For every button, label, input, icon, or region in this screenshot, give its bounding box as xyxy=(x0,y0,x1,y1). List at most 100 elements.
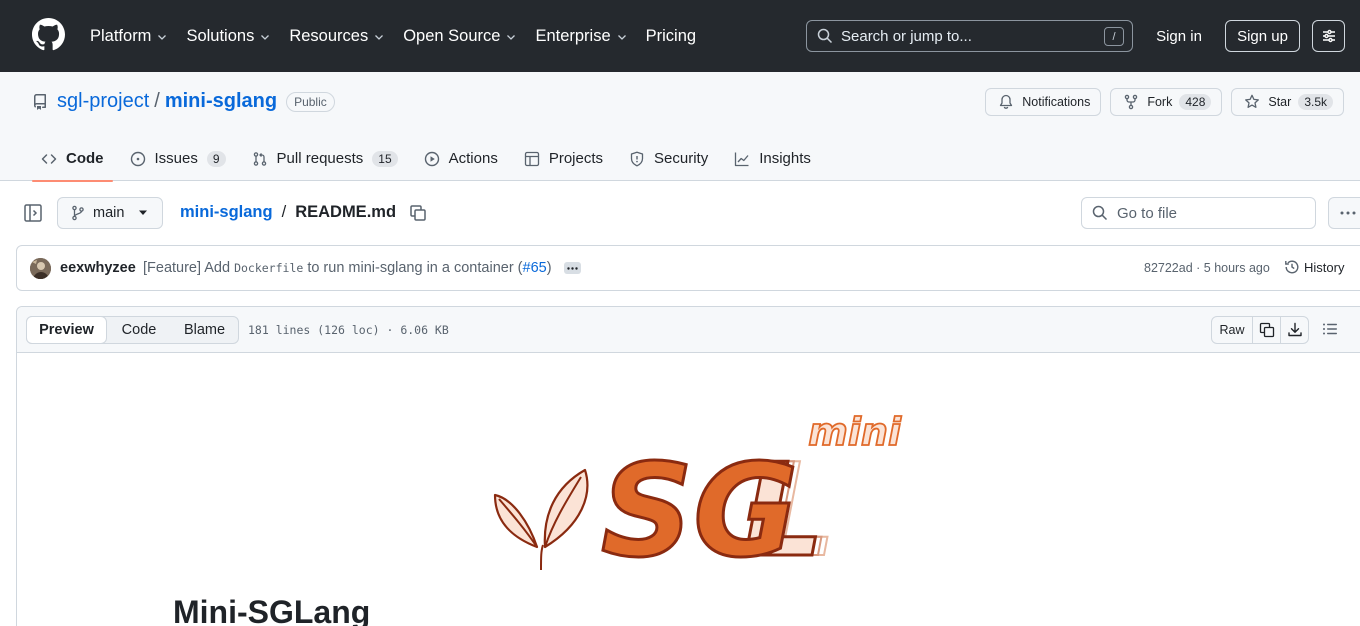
commit-expand-button[interactable] xyxy=(564,262,581,274)
commit-meta: 82722ad · 5 hours ago xyxy=(1144,261,1270,275)
view-code-button[interactable]: Code xyxy=(107,317,171,343)
nav-platform[interactable]: Platform xyxy=(90,27,168,46)
history-icon xyxy=(1285,260,1299,274)
repo-icon xyxy=(34,93,46,110)
tab-security[interactable]: Security xyxy=(620,136,717,181)
nav-pricing-label: Pricing xyxy=(645,26,697,45)
breadcrumb-file-name: README.md xyxy=(295,203,397,221)
copy-raw-button[interactable] xyxy=(1253,317,1281,343)
history-label: History xyxy=(1304,259,1345,275)
nav-open-source[interactable]: Open Source xyxy=(403,27,517,46)
file-header: Preview Code Blame 181 lines (126 loc) ·… xyxy=(17,307,1360,353)
readme-logo: mini L L L SG xyxy=(493,395,913,575)
commit-author-link[interactable]: eexwhyzee xyxy=(60,260,136,276)
copy-icon xyxy=(410,204,426,221)
tab-pull-requests[interactable]: Pull requests 15 xyxy=(243,136,407,181)
tab-insights[interactable]: Insights xyxy=(725,136,820,181)
fork-count: 428 xyxy=(1179,94,1212,110)
sidebar-expand-button[interactable] xyxy=(23,203,43,223)
avatar-image xyxy=(30,258,51,279)
issues-count: 9 xyxy=(206,150,226,167)
global-search-input[interactable]: Search or jump to... / xyxy=(806,20,1133,52)
tab-actions[interactable]: Actions xyxy=(415,136,507,181)
breadcrumb-repo-link[interactable]: mini-sglang xyxy=(180,203,273,222)
repo-path-separator: / xyxy=(154,90,160,112)
history-button[interactable]: History xyxy=(1284,259,1344,275)
sign-in-link[interactable]: Sign in xyxy=(1148,21,1210,51)
repo-actions: Notifications Fork 428 Star 3.5k xyxy=(976,88,1344,116)
tab-code[interactable]: Code xyxy=(32,136,113,182)
github-logo-icon[interactable] xyxy=(32,18,65,51)
commit-meta-separator: · xyxy=(1192,261,1204,275)
repo-name-link[interactable]: mini-sglang xyxy=(165,90,277,113)
bell-icon xyxy=(1000,94,1013,109)
repo-header: sgl-project / mini-sglang Public Notific… xyxy=(0,72,1360,182)
graph-icon xyxy=(735,152,749,166)
nav-pricing[interactable]: Pricing xyxy=(646,27,696,46)
file-info: 181 lines (126 loc) · 6.06 KB xyxy=(248,323,449,337)
menu-toggle-button[interactable] xyxy=(1312,20,1345,52)
list-unordered-icon xyxy=(1323,323,1337,335)
commit-sha-link[interactable]: 82722ad xyxy=(1144,261,1193,275)
repo-owner-link[interactable]: sgl-project xyxy=(57,90,149,113)
repo-forked-icon xyxy=(1125,94,1138,110)
nav-open-source-label: Open Source xyxy=(403,26,501,45)
shield-icon xyxy=(630,151,644,166)
star-count: 3.5k xyxy=(1298,94,1333,110)
download-icon xyxy=(1287,322,1302,337)
notifications-button[interactable]: Notifications xyxy=(985,88,1102,116)
copy-path-button[interactable] xyxy=(409,204,427,222)
view-preview-button[interactable]: Preview xyxy=(26,316,107,344)
search-icon xyxy=(1092,205,1108,221)
table-icon xyxy=(524,151,539,166)
git-pull-request-icon xyxy=(253,151,266,166)
sign-up-button[interactable]: Sign up xyxy=(1225,20,1300,52)
branch-name: main xyxy=(93,205,125,221)
tab-security-label: Security xyxy=(654,150,709,167)
chevron-down-icon xyxy=(375,35,384,40)
commit-message-end: ) xyxy=(546,260,552,276)
go-to-file-placeholder: Go to file xyxy=(1117,204,1178,222)
view-blame-button[interactable]: Blame xyxy=(171,317,238,343)
commit-message-prefix: [Feature] Add xyxy=(143,260,231,276)
star-icon xyxy=(1245,94,1260,108)
download-raw-button[interactable] xyxy=(1281,317,1308,343)
nav-enterprise[interactable]: Enterprise xyxy=(535,27,627,46)
mini-sgl-logo-image: mini L L L SG xyxy=(493,409,903,575)
file-viewer: Preview Code Blame 181 lines (126 loc) ·… xyxy=(16,306,1360,626)
view-mode-switch: Preview Code Blame xyxy=(26,316,239,344)
outline-button[interactable] xyxy=(1322,321,1338,337)
copy-icon xyxy=(1259,322,1274,338)
avatar[interactable] xyxy=(30,258,51,279)
tab-actions-label: Actions xyxy=(448,150,498,167)
star-button[interactable]: Star 3.5k xyxy=(1231,88,1344,116)
play-icon xyxy=(424,151,439,166)
notifications-label: Notifications xyxy=(1022,95,1091,109)
nav-enterprise-label: Enterprise xyxy=(535,26,611,45)
chevron-down-icon xyxy=(617,35,626,40)
nav-solutions[interactable]: Solutions xyxy=(186,27,271,46)
fork-button[interactable]: Fork 428 xyxy=(1110,88,1223,116)
tab-insights-label: Insights xyxy=(759,150,811,167)
search-icon xyxy=(817,28,833,44)
code-icon xyxy=(41,153,57,164)
commit-pr-link[interactable]: #65 xyxy=(523,260,547,276)
go-to-file-input[interactable]: Go to file xyxy=(1081,197,1316,229)
commit-message-suffix: to run mini-sglang in a container ( xyxy=(307,260,523,276)
tab-code-label: Code xyxy=(66,150,104,167)
nav-resources[interactable]: Resources xyxy=(289,27,385,46)
commit-message[interactable]: [Feature] Add Dockerfile to run mini-sgl… xyxy=(143,260,552,276)
commit-time[interactable]: 5 hours ago xyxy=(1204,261,1270,275)
fork-label: Fork xyxy=(1147,95,1173,109)
sliders-icon xyxy=(1322,29,1335,43)
tab-issues[interactable]: Issues 9 xyxy=(121,136,235,181)
more-options-button[interactable] xyxy=(1328,197,1360,229)
pull-requests-count: 15 xyxy=(372,150,398,167)
raw-button[interactable]: Raw xyxy=(1212,317,1253,343)
tab-projects[interactable]: Projects xyxy=(515,136,612,181)
repo-tabs: Code Issues 9 Pull requests 15 Actions P… xyxy=(32,136,828,182)
nav-resources-label: Resources xyxy=(289,26,369,45)
kebab-horizontal-icon xyxy=(1340,211,1356,215)
branch-selector[interactable]: main xyxy=(57,197,163,229)
visibility-badge: Public xyxy=(286,91,335,112)
